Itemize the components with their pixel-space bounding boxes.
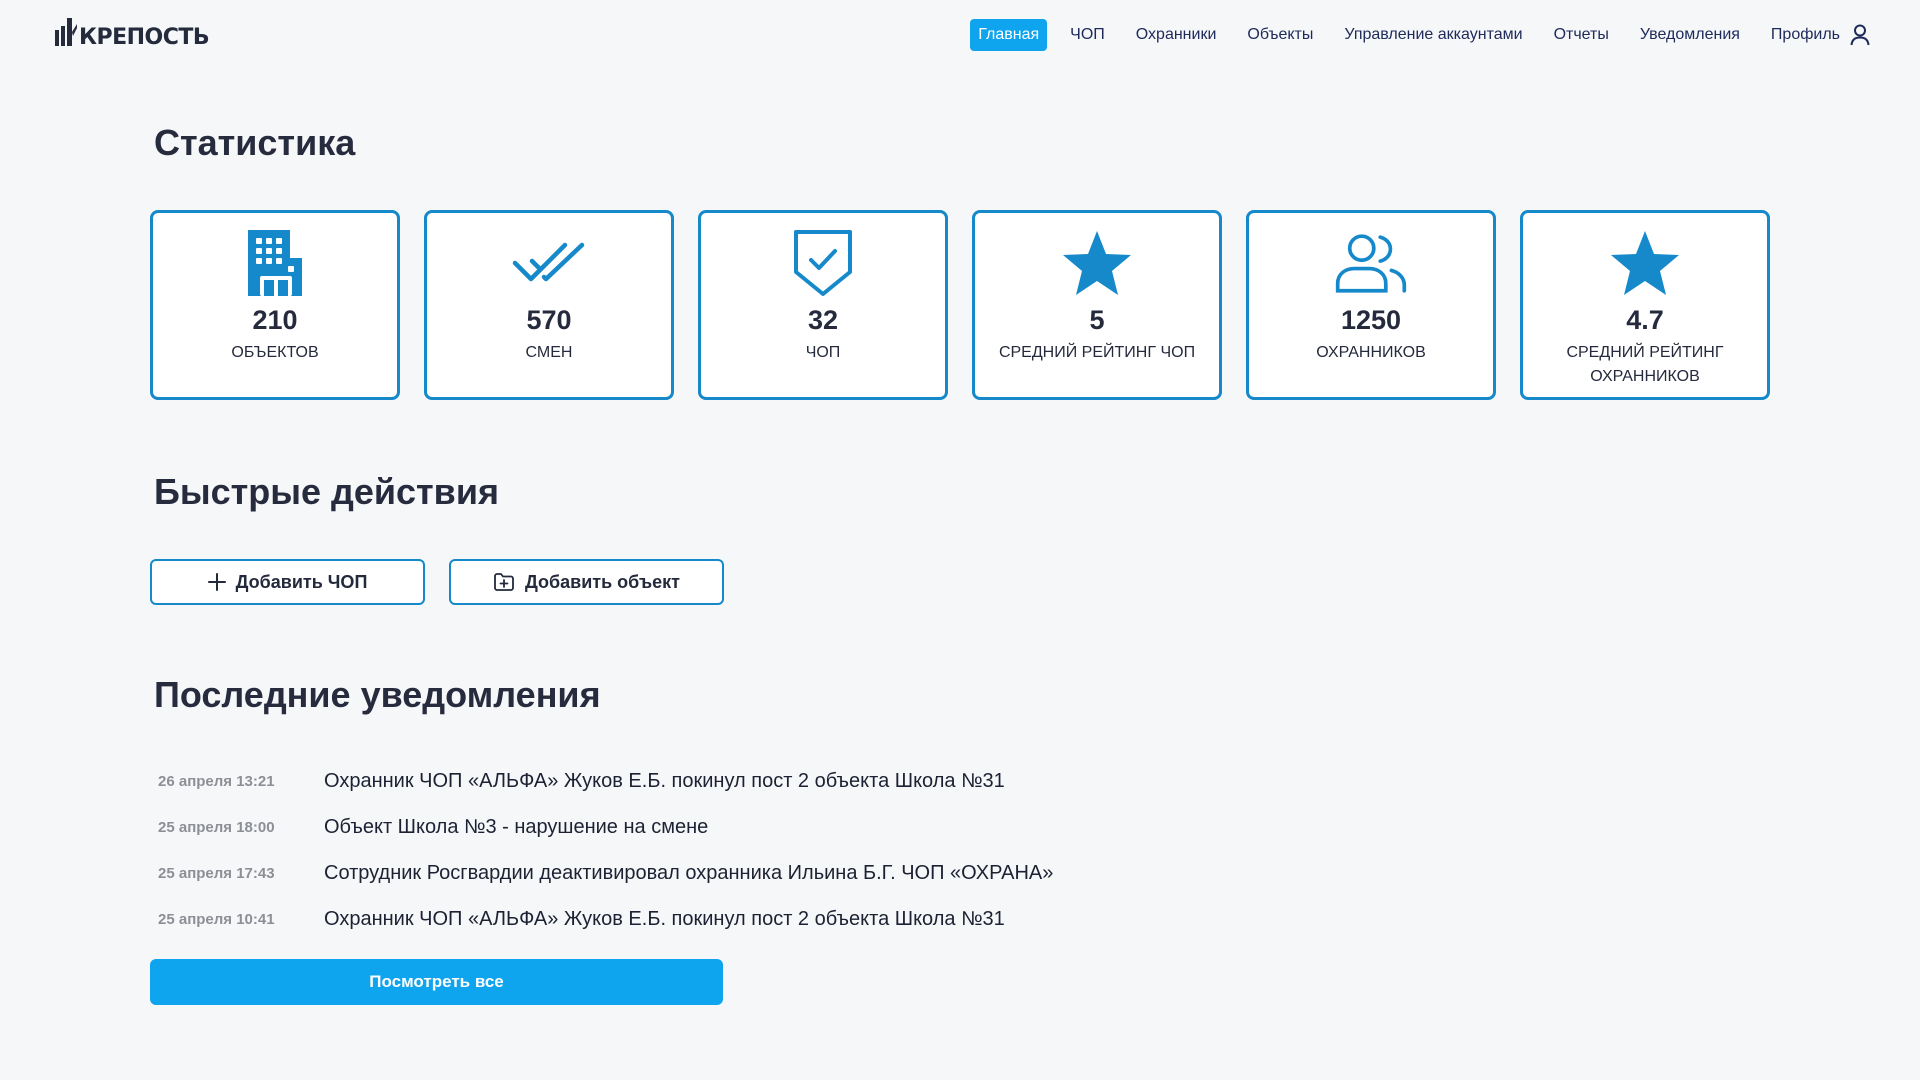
- shield-check-icon: [786, 227, 860, 299]
- view-all-button[interactable]: Посмотреть все: [150, 959, 723, 1005]
- stat-card-shifts[interactable]: 570 СМЕН: [424, 210, 674, 400]
- brand-logo[interactable]: КРЕПОСТЬ: [55, 14, 210, 50]
- notification-item[interactable]: 25 апреля 10:41 Охранник ЧОП «АЛЬФА» Жук…: [158, 896, 1053, 942]
- notification-text: Сотрудник Росгвардии деактивировал охран…: [324, 861, 1054, 884]
- stats-title: Статистика: [154, 122, 356, 163]
- profile-label: Профиль: [1770, 26, 1840, 43]
- stat-label: ЧОП: [805, 344, 841, 361]
- main-nav: Главная ЧОП Охранники Объекты Управление…: [955, 16, 1870, 54]
- add-chop-button[interactable]: Добавить ЧОП: [150, 559, 425, 605]
- stat-card-chop-rating[interactable]: 5 СРЕДНИЙ РЕЙТИНГ ЧОП: [972, 210, 1222, 400]
- notification-item[interactable]: 25 апреля 17:43 Сотрудник Росгвардии деа…: [158, 850, 1053, 896]
- notifications-title: Последние уведомления: [154, 674, 601, 715]
- stat-value: 4.7: [1626, 305, 1664, 335]
- stat-card-guards[interactable]: 1250 ОХРАННИКОВ: [1246, 210, 1496, 400]
- notification-item[interactable]: 25 апреля 18:00 Объект Школа №3 - наруше…: [158, 804, 1053, 850]
- building-icon: [238, 227, 312, 299]
- nav-item-profile[interactable]: Профиль: [1763, 16, 1870, 54]
- star-icon: [1060, 227, 1134, 299]
- stat-label: СРЕДНИЙ РЕЙТИНГ ОХРАННИКОВ: [1566, 344, 1724, 385]
- nav-item-accounts[interactable]: Управление аккаунтами: [1336, 19, 1530, 51]
- notification-item[interactable]: 26 апреля 13:21 Охранник ЧОП «АЛЬФА» Жук…: [158, 758, 1053, 804]
- users-icon: [1334, 227, 1408, 299]
- brand-name: КРЕПОСТЬ: [79, 25, 210, 50]
- add-chop-label: Добавить ЧОП: [235, 571, 368, 592]
- stat-value: 32: [807, 305, 839, 335]
- quick-actions-title: Быстрые действия: [154, 471, 499, 512]
- star-icon: [1608, 227, 1682, 299]
- stat-label: СМЕН: [525, 344, 573, 361]
- stat-label: ОБЪЕКТОВ: [231, 344, 319, 361]
- user-icon: [1850, 24, 1870, 46]
- stat-card-guard-rating[interactable]: 4.7 СРЕДНИЙ РЕЙТИНГ ОХРАННИКОВ: [1520, 210, 1770, 400]
- nav-item-chop[interactable]: ЧОП: [1062, 19, 1113, 51]
- add-object-button[interactable]: Добавить объект: [449, 559, 724, 605]
- folder-add-icon: [494, 573, 514, 591]
- notification-list: 26 апреля 13:21 Охранник ЧОП «АЛЬФА» Жук…: [158, 758, 1053, 942]
- nav-item-objects[interactable]: Объекты: [1239, 19, 1321, 51]
- top-header: КРЕПОСТЬ Главная ЧОП Охранники Объекты У…: [0, 0, 1920, 66]
- double-check-icon: [512, 227, 586, 299]
- notification-text: Объект Школа №3 - нарушение на смене: [324, 815, 709, 838]
- stat-value: 1250: [1340, 305, 1402, 335]
- stat-value: 570: [526, 305, 572, 335]
- stat-card-chop[interactable]: 32 ЧОП: [698, 210, 948, 400]
- stat-value: 210: [252, 305, 298, 335]
- notification-date: 25 апреля 10:41: [158, 910, 275, 928]
- fortress-logo-icon: [55, 18, 77, 46]
- add-object-label: Добавить объект: [524, 571, 680, 592]
- stat-value: 5: [1089, 305, 1105, 335]
- stat-label: СРЕДНИЙ РЕЙТИНГ ЧОП: [998, 344, 1196, 361]
- nav-item-reports[interactable]: Отчеты: [1546, 19, 1617, 51]
- stat-card-objects[interactable]: 210 ОБЪЕКТОВ: [150, 210, 400, 400]
- notification-text: Охранник ЧОП «АЛЬФА» Жуков Е.Б. покинул …: [324, 769, 1005, 792]
- nav-item-notifications[interactable]: Уведомления: [1632, 19, 1748, 51]
- nav-item-guards[interactable]: Охранники: [1128, 19, 1225, 51]
- notification-date: 26 апреля 13:21: [158, 772, 275, 790]
- notification-text: Охранник ЧОП «АЛЬФА» Жуков Е.Б. покинул …: [324, 907, 1005, 930]
- nav-item-home[interactable]: Главная: [970, 19, 1048, 51]
- stats-cards: 210 ОБЪЕКТОВ 570 СМЕН 32 ЧОП 5 СРЕДНИЙ Р…: [150, 210, 1770, 400]
- notification-date: 25 апреля 18:00: [158, 818, 275, 836]
- stat-label: ОХРАННИКОВ: [1316, 344, 1426, 361]
- notification-date: 25 апреля 17:43: [158, 864, 275, 882]
- plus-icon: [207, 573, 226, 591]
- quick-actions: Добавить ЧОП Добавить объект: [150, 559, 724, 605]
